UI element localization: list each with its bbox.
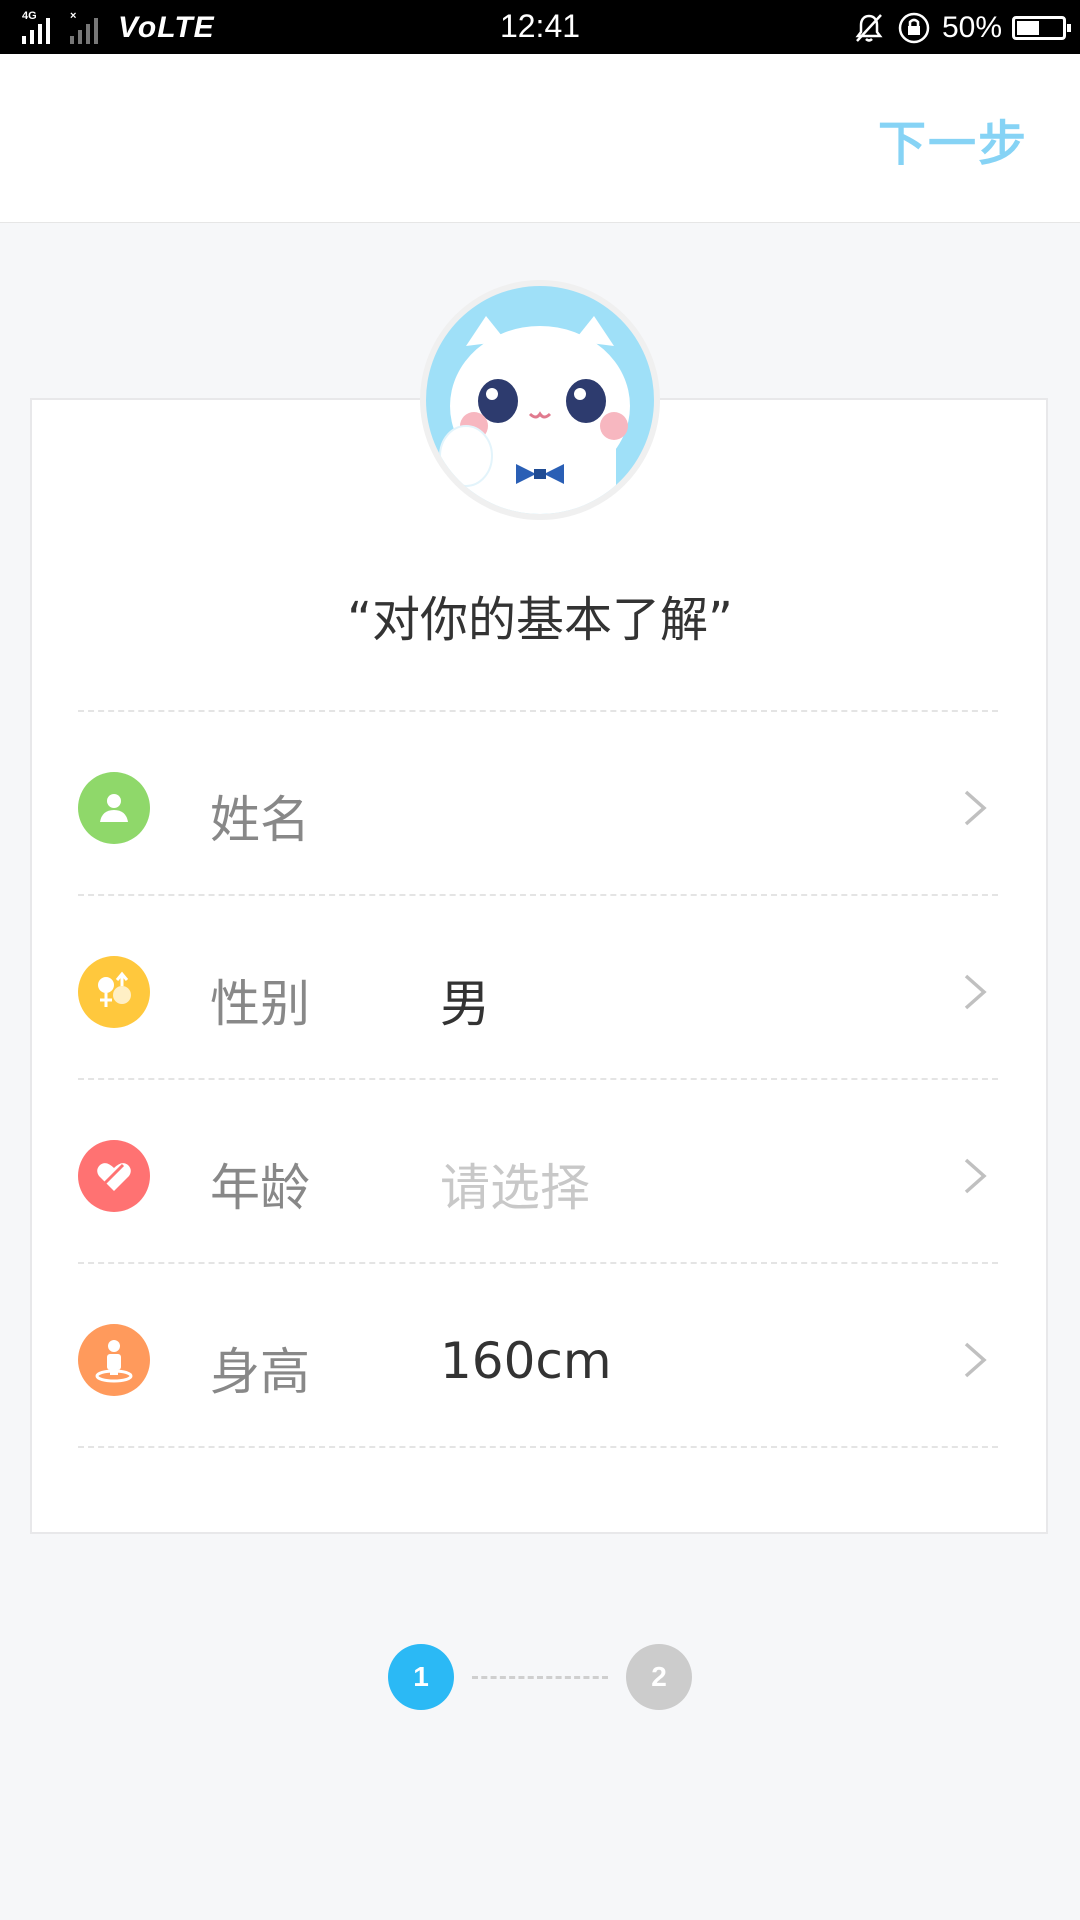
chevron-right-icon	[964, 790, 987, 826]
card-title: “对你的基本了解”	[347, 592, 733, 648]
age-label: 年龄	[210, 1159, 310, 1217]
height-row[interactable]: 身高 160cm	[78, 1264, 998, 1444]
divider	[78, 1446, 998, 1448]
chevron-right-icon	[964, 974, 987, 1010]
mute-vibrate-icon	[855, 14, 883, 42]
gender-row[interactable]: 性别 男	[78, 896, 998, 1076]
battery-icon	[1012, 16, 1071, 40]
age-placeholder: 请选择	[440, 1159, 590, 1217]
gender-value: 男	[440, 975, 490, 1033]
age-row[interactable]: 年龄 请选择	[78, 1080, 998, 1260]
next-step-button[interactable]: 下一步	[878, 104, 1028, 174]
name-row[interactable]: 姓名	[78, 712, 998, 892]
height-icon	[78, 1324, 150, 1396]
cat-mascot-image	[426, 286, 654, 514]
name-label: 姓名	[210, 791, 310, 849]
height-value: 160cm	[440, 1332, 612, 1390]
top-bar: 下一步	[0, 54, 1080, 223]
chevron-right-icon	[964, 1158, 987, 1194]
gender-label: 性别	[210, 975, 310, 1033]
heart-icon	[78, 1140, 150, 1212]
rotation-lock-icon	[898, 12, 930, 44]
person-icon	[78, 772, 150, 844]
step-2-indicator: 2	[626, 1644, 692, 1710]
avatar	[420, 280, 660, 520]
step-connector	[472, 1676, 608, 1679]
height-label: 身高	[210, 1343, 310, 1401]
status-bar: 4G × VoLTE 12:41 50%	[0, 0, 1080, 54]
gender-icon	[78, 956, 150, 1028]
chevron-right-icon	[964, 1342, 987, 1378]
battery-percent: 50%	[941, 11, 1002, 44]
status-right: 50%	[852, 8, 1071, 48]
step-1-indicator: 1	[388, 1644, 454, 1710]
